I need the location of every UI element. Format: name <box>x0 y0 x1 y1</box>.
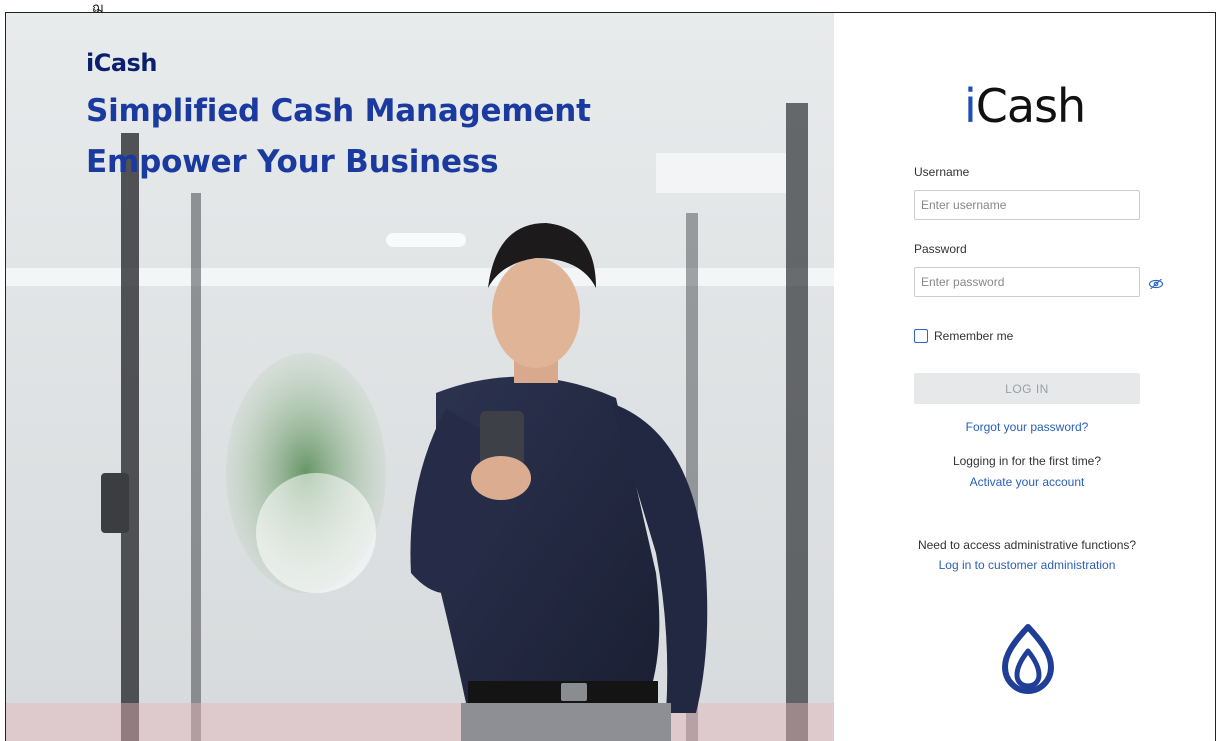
login-button[interactable]: LOG IN <box>914 373 1140 404</box>
lotus-leaf-logo-icon <box>1002 624 1054 694</box>
admin-prompt-text: Need to access administrative functions? <box>917 538 1137 552</box>
hero-panel: iCash Simplified Cash Management Empower… <box>6 13 834 741</box>
remember-me-checkbox[interactable] <box>914 329 928 343</box>
hero-headline-line2: Empower Your Business <box>86 144 499 180</box>
login-panel: iCash Username Password Remember me LOG … <box>834 13 1215 741</box>
first-time-text: Logging in for the first time? <box>952 454 1102 468</box>
browser-frame: iCash Simplified Cash Management Empower… <box>5 12 1216 741</box>
remember-me-label: Remember me <box>934 329 1014 343</box>
activate-account-link[interactable]: Activate your account <box>874 475 1180 489</box>
customer-admin-link[interactable]: Log in to customer administration <box>874 558 1180 572</box>
icash-logo: iCash <box>964 79 1086 133</box>
remember-me-row[interactable]: Remember me <box>914 329 1013 343</box>
hero-headline-line1: Simplified Cash Management <box>86 93 591 129</box>
password-input[interactable] <box>914 267 1140 297</box>
forgot-password-link[interactable]: Forgot your password? <box>874 420 1180 434</box>
password-label: Password <box>914 242 967 256</box>
hero-brand-logo: iCash <box>86 49 157 77</box>
eye-off-icon[interactable] <box>1148 276 1164 292</box>
username-label: Username <box>914 165 970 179</box>
username-input[interactable] <box>914 190 1140 220</box>
